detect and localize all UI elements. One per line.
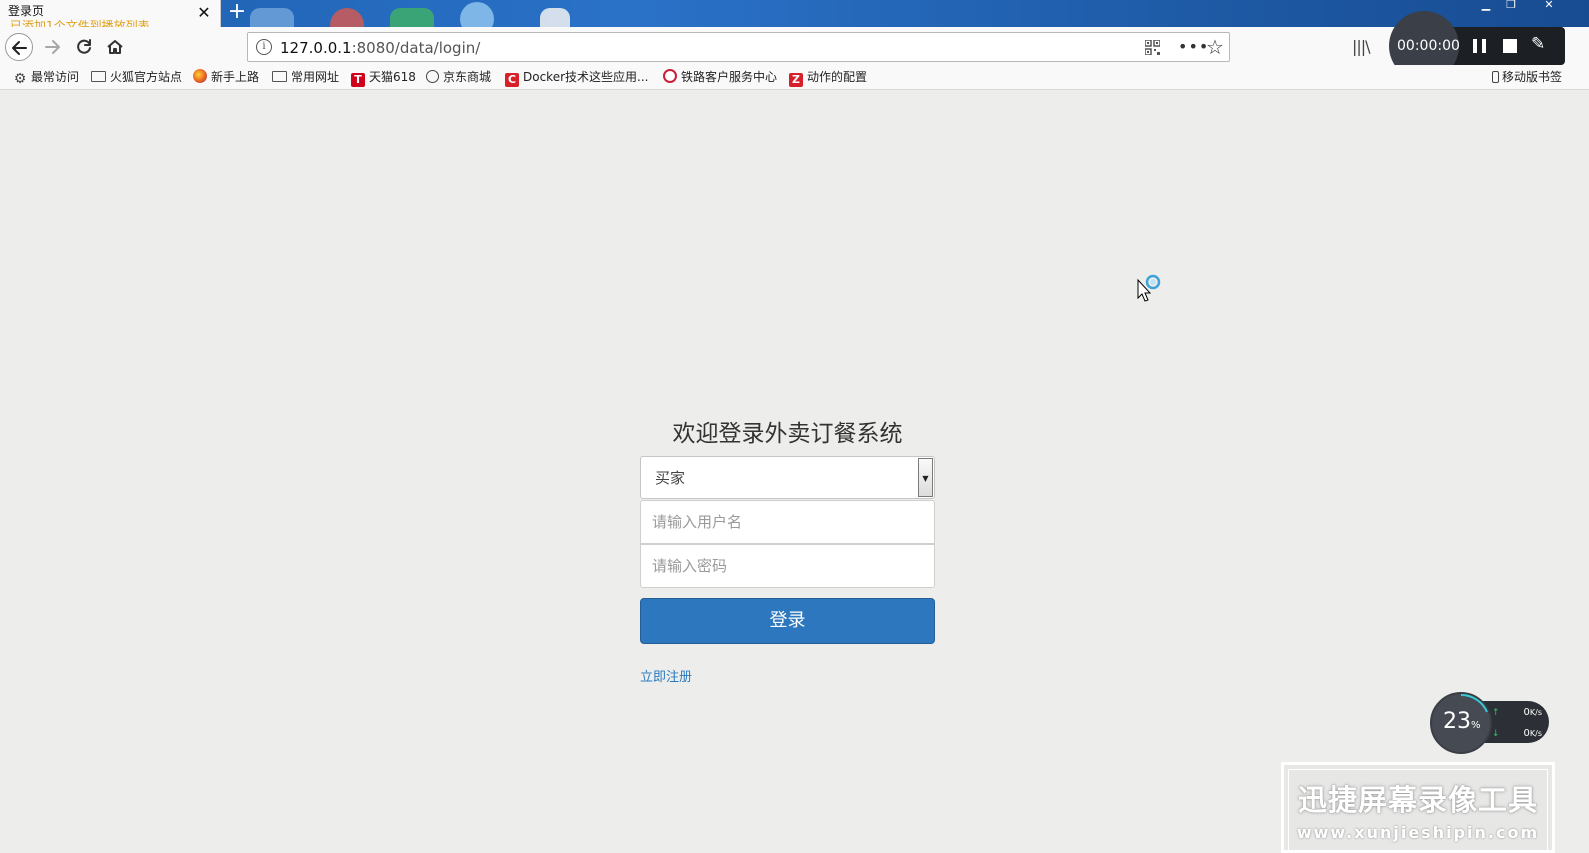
globe-icon (426, 70, 439, 83)
recorder-time: 00:00:00 (1397, 38, 1460, 54)
bookmark-action-config[interactable]: Z 动作的配置 (789, 69, 868, 87)
gear-icon: ⚙ (13, 71, 27, 87)
url-host: 127.0.0.1 (280, 39, 352, 57)
bookmark-label: 新手上路 (211, 70, 260, 84)
home-icon[interactable] (101, 33, 129, 61)
cpu-usage-value: 23% (1443, 709, 1481, 739)
download-unit: K/s (1529, 729, 1542, 738)
dropdown-arrow-icon[interactable]: ▼ (918, 458, 933, 497)
download-rate-text: 0K/s (1524, 728, 1542, 740)
minimize-window-icon[interactable]: ▁ (1475, 0, 1497, 12)
library-icon[interactable]: |||\ (1352, 37, 1371, 56)
bookmark-label: 京东商城 (443, 70, 492, 84)
bookmark-label: Docker技术这些应用... (523, 70, 649, 84)
mobile-phone-icon (1492, 71, 1499, 83)
role-select[interactable]: 买家 ▼ (640, 456, 935, 499)
watermark-url: www.xunjieshipin.com (1296, 823, 1540, 842)
bookmark-docker[interactable]: C Docker技术这些应用... (505, 69, 649, 87)
page-title: 欢迎登录外卖订餐系统 (672, 421, 903, 447)
c-logo-icon: C (505, 73, 519, 87)
qr-code-icon[interactable] (1145, 40, 1160, 55)
bookmark-firefox-official[interactable]: 火狐官方站点 (91, 69, 182, 86)
pen-icon[interactable]: ✎ (1531, 34, 1545, 54)
cpu-unit: % (1471, 720, 1481, 731)
role-select-value: 买家 (655, 469, 686, 487)
railway-icon (663, 69, 677, 83)
password-input[interactable] (640, 544, 935, 588)
login-button[interactable]: 登录 (640, 598, 935, 644)
folder-icon (91, 71, 106, 82)
back-arrow-icon[interactable] (5, 33, 33, 61)
bookmark-label: 火狐官方站点 (110, 70, 183, 84)
page-actions-icon[interactable]: ••• (1178, 37, 1209, 56)
site-info-icon[interactable]: i (256, 39, 272, 55)
busy-cursor-icon (1137, 274, 1161, 302)
bookmark-star-icon[interactable]: ☆ (1206, 35, 1224, 59)
restore-window-icon[interactable]: ❐ (1500, 0, 1522, 12)
forward-arrow-icon[interactable] (38, 33, 66, 61)
firefox-icon (193, 69, 207, 83)
z-logo-icon: Z (789, 73, 803, 87)
bookmark-most-visited[interactable]: ⚙ 最常访问 (13, 69, 79, 86)
reload-icon[interactable] (70, 33, 98, 61)
tab-title: 登录页 (8, 4, 45, 18)
upload-arrow-icon: ↑ (1492, 708, 1500, 718)
url-text[interactable]: 127.0.0.1:8080/data/login/ (280, 39, 480, 57)
bookmarks-toolbar: ⚙ 最常访问 火狐官方站点 新手上路 常用网址 T 天猫618 京东商城 C Dock… (0, 65, 1589, 90)
bookmark-tmall[interactable]: T 天猫618 (351, 69, 416, 87)
bookmark-common-sites[interactable]: 常用网址 (272, 69, 339, 86)
register-link[interactable]: 立即注册 (640, 669, 692, 687)
close-tab-icon[interactable]: ✕ (195, 3, 213, 23)
upload-unit: K/s (1529, 708, 1542, 717)
bookmark-railway[interactable]: 铁路客户服务中心 (663, 69, 777, 86)
bookmark-getting-started[interactable]: 新手上路 (193, 69, 259, 86)
tmall-icon: T (351, 73, 365, 87)
bookmark-jd[interactable]: 京东商城 (426, 69, 491, 86)
pause-icon[interactable] (1473, 39, 1487, 53)
cpu-number: 23 (1443, 709, 1471, 734)
address-bar[interactable]: i 127.0.0.1:8080/data/login/ ••• ☆ (247, 32, 1230, 62)
folder-icon (272, 71, 287, 82)
bookmark-label: 常用网址 (291, 70, 340, 84)
bookmark-label: 动作的配置 (807, 70, 868, 84)
tab-strip: 登录页 已添加1个文件到播放列表 ✕ + ▁ ❐ ✕ (0, 0, 1589, 42)
tab-login-page[interactable]: 登录页 已添加1个文件到播放列表 ✕ (0, 0, 221, 33)
watermark: 迅捷屏幕录像工具 www.xunjieshipin.com (1281, 762, 1555, 853)
new-tab-button[interactable]: + (226, 1, 248, 23)
download-arrow-icon: ↓ (1492, 729, 1500, 739)
bookmark-label: 天猫618 (369, 70, 416, 84)
navigation-toolbar: i 127.0.0.1:8080/data/login/ ••• ☆ |||\ (0, 27, 1589, 65)
bookmark-mobile[interactable]: 移动版书签 (1492, 69, 1562, 86)
url-path: :8080/data/login/ (351, 39, 481, 57)
bookmark-label: 移动版书签 (1502, 70, 1563, 84)
desktop-icons-behind (250, 0, 590, 42)
close-window-icon[interactable]: ✕ (1538, 0, 1560, 12)
bookmark-label: 最常访问 (31, 70, 80, 84)
stop-icon[interactable] (1503, 39, 1517, 53)
bookmark-label: 铁路客户服务中心 (681, 70, 778, 84)
username-input[interactable] (640, 500, 935, 544)
watermark-title: 迅捷屏幕录像工具 (1297, 783, 1538, 817)
upload-rate-text: 0K/s (1524, 707, 1542, 719)
